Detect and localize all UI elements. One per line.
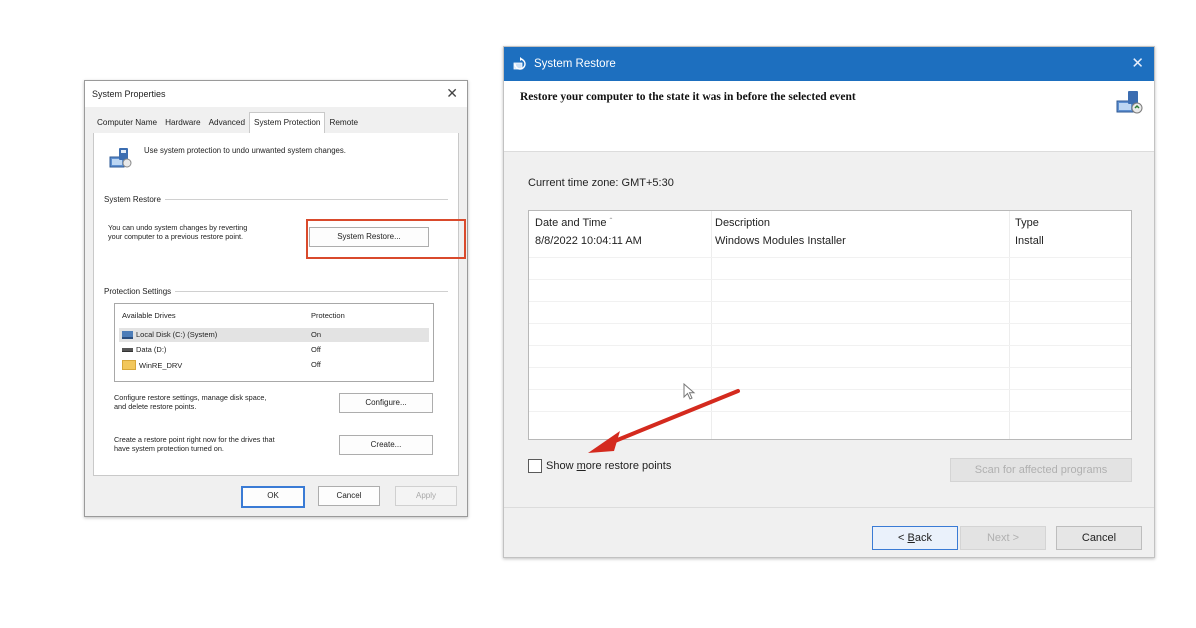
- close-icon[interactable]: ✕: [446, 85, 458, 102]
- drive-name: Data (D:): [136, 345, 167, 354]
- row-divider: [529, 345, 1131, 346]
- show-more-checkbox[interactable]: Show more restore points: [528, 459, 671, 473]
- drive-row[interactable]: Local Disk (C:) (System) On: [119, 328, 429, 342]
- header-area: Restore your computer to the state it wa…: [504, 81, 1154, 152]
- protection-header: Protection: [311, 311, 345, 320]
- column-header-type[interactable]: Type: [1015, 217, 1039, 229]
- system-restore-desc-1: You can undo system changes by reverting: [108, 223, 248, 232]
- system-protection-icon: [109, 148, 132, 168]
- system-restore-dialog: System Restore ✕ Restore your computer t…: [503, 46, 1155, 558]
- drives-list[interactable]: Available Drives Protection Local Disk (…: [114, 303, 434, 382]
- restore-computer-icon: [1116, 91, 1143, 114]
- intro-text: Use system protection to undo unwanted s…: [144, 146, 346, 155]
- drive-row[interactable]: WinRE_DRV Off: [119, 358, 429, 372]
- create-desc-1: Create a restore point right now for the…: [114, 435, 275, 444]
- row-divider: [529, 323, 1131, 324]
- folder-icon: [122, 360, 136, 370]
- tab-bar: Computer Name Hardware Advanced System P…: [93, 112, 459, 134]
- system-restore-titlebar[interactable]: System Restore ✕: [504, 47, 1154, 81]
- create-button[interactable]: Create...: [339, 435, 433, 455]
- configure-desc-1: Configure restore settings, manage disk …: [114, 393, 267, 402]
- restore-point-date[interactable]: 8/8/2022 10:04:11 AM: [535, 235, 642, 247]
- protection-settings-group-label: Protection Settings: [104, 287, 176, 296]
- drive-row[interactable]: Data (D:) Off: [119, 343, 429, 357]
- column-header-date[interactable]: Date and Time ˆ: [535, 217, 612, 229]
- system-protection-panel: Use system protection to undo unwanted s…: [93, 133, 466, 476]
- available-drives-header: Available Drives: [122, 311, 176, 320]
- drive-protection: On: [311, 330, 322, 339]
- row-divider: [529, 367, 1131, 368]
- drive-name: WinRE_DRV: [139, 360, 183, 370]
- drive-protection: Off: [311, 360, 321, 369]
- tab-hardware[interactable]: Hardware: [161, 115, 205, 133]
- configure-button[interactable]: Configure...: [339, 393, 433, 413]
- system-restore-desc-2: your computer to a previous restore poin…: [108, 232, 244, 241]
- system-properties-title: System Properties: [92, 89, 166, 99]
- system-restore-title: System Restore: [534, 58, 616, 70]
- row-divider: [529, 279, 1131, 280]
- tab-computer-name[interactable]: Computer Name: [93, 115, 161, 133]
- restore-point-type[interactable]: Install: [1015, 235, 1044, 247]
- configure-desc-2: and delete restore points.: [114, 402, 197, 411]
- ok-button[interactable]: OK: [241, 486, 305, 508]
- apply-button[interactable]: Apply: [395, 486, 457, 506]
- tab-system-protection[interactable]: System Protection: [249, 112, 326, 133]
- close-icon[interactable]: ✕: [1131, 54, 1144, 72]
- show-more-label: Show more restore points: [546, 460, 672, 472]
- back-button[interactable]: < Back: [872, 526, 958, 550]
- timezone-label: Current time zone: GMT+5:30: [528, 177, 674, 189]
- annotation-arrow: [588, 389, 740, 453]
- system-properties-titlebar[interactable]: System Properties ✕: [85, 81, 467, 107]
- tab-advanced[interactable]: Advanced: [205, 115, 249, 133]
- drive-icon: [122, 347, 133, 352]
- system-restore-group-label: System Restore: [104, 195, 165, 204]
- highlight-box: [306, 219, 466, 259]
- cancel-button[interactable]: Cancel: [1056, 526, 1142, 550]
- system-restore-icon: [513, 57, 526, 70]
- row-divider: [529, 257, 1131, 258]
- create-desc-2: have system protection turned on.: [114, 444, 224, 453]
- hard-drive-icon: [122, 330, 133, 339]
- page-heading: Restore your computer to the state it wa…: [520, 91, 856, 103]
- restore-point-description[interactable]: Windows Modules Installer: [715, 235, 846, 247]
- tab-remote[interactable]: Remote: [325, 115, 362, 133]
- drive-protection: Off: [311, 345, 321, 354]
- column-header-description[interactable]: Description: [715, 217, 770, 229]
- scan-affected-programs-button[interactable]: Scan for affected programs: [950, 458, 1132, 482]
- system-properties-dialog: System Properties ✕ Computer Name Hardwa…: [84, 80, 468, 517]
- cancel-button[interactable]: Cancel: [318, 486, 380, 506]
- divider: [504, 507, 1154, 508]
- checkbox-box[interactable]: [528, 459, 542, 473]
- column-divider: [1009, 211, 1010, 439]
- row-divider: [529, 301, 1131, 302]
- next-button[interactable]: Next >: [960, 526, 1046, 550]
- drive-name: Local Disk (C:) (System): [136, 330, 218, 339]
